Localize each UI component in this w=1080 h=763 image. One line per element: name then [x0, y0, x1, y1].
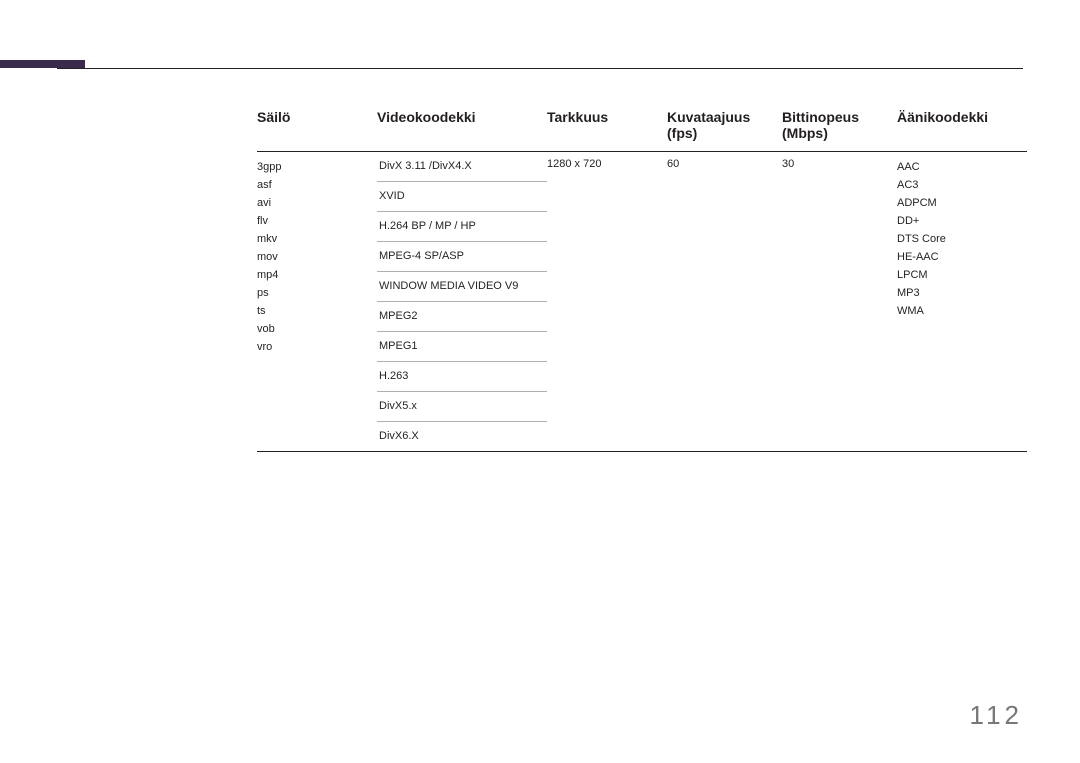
th-audiocodec: Äänikoodekki — [897, 103, 1027, 152]
list-item: vob — [257, 320, 377, 338]
list-item: AC3 — [897, 176, 1027, 194]
container-list: 3gpp asf avi flv mkv mov mp4 ps ts vob v… — [257, 158, 377, 356]
list-item: DivX5.x — [377, 392, 547, 422]
spec-table-wrapper: Säilö Videokoodekki Tarkkuus Kuvataajuus… — [257, 103, 1027, 452]
list-item: MPEG2 — [377, 302, 547, 332]
chapter-tab — [0, 60, 85, 68]
th-videocodec: Videokoodekki — [377, 103, 547, 152]
list-item: asf — [257, 176, 377, 194]
list-item: 3gpp — [257, 158, 377, 176]
th-framerate: Kuvataajuus (fps) — [667, 103, 782, 152]
cell-videocodecs: DivX 3.11 /DivX4.X XVID H.264 BP / MP / … — [377, 152, 547, 452]
cell-resolution: 1280 x 720 — [547, 152, 667, 452]
list-item: avi — [257, 194, 377, 212]
cell-framerate: 60 — [667, 152, 782, 452]
list-item: mp4 — [257, 266, 377, 284]
list-item: DD+ — [897, 212, 1027, 230]
th-bitrate: Bittinopeus (Mbps) — [782, 103, 897, 152]
page: Säilö Videokoodekki Tarkkuus Kuvataajuus… — [0, 0, 1080, 763]
list-item: mkv — [257, 230, 377, 248]
list-item: WMA — [897, 302, 1027, 320]
th-resolution: Tarkkuus — [547, 103, 667, 152]
list-item: LPCM — [897, 266, 1027, 284]
cell-audiocodecs: AAC AC3 ADPCM DD+ DTS Core HE-AAC LPCM M… — [897, 152, 1027, 452]
cell-bitrate: 30 — [782, 152, 897, 452]
list-item: AAC — [897, 158, 1027, 176]
list-item: mov — [257, 248, 377, 266]
list-item: H.263 — [377, 362, 547, 392]
list-item: MPEG-4 SP/ASP — [377, 242, 547, 272]
list-item: DivX6.X — [377, 422, 547, 451]
list-item: vro — [257, 338, 377, 356]
list-item: ADPCM — [897, 194, 1027, 212]
list-item: DivX 3.11 /DivX4.X — [377, 152, 547, 182]
table-header-row: Säilö Videokoodekki Tarkkuus Kuvataajuus… — [257, 103, 1027, 152]
list-item: ps — [257, 284, 377, 302]
cell-containers: 3gpp asf avi flv mkv mov mp4 ps ts vob v… — [257, 152, 377, 452]
list-item: H.264 BP / MP / HP — [377, 212, 547, 242]
list-item: XVID — [377, 182, 547, 212]
audiocodec-list: AAC AC3 ADPCM DD+ DTS Core HE-AAC LPCM M… — [897, 158, 1027, 320]
th-container: Säilö — [257, 103, 377, 152]
list-item: flv — [257, 212, 377, 230]
list-item: HE-AAC — [897, 248, 1027, 266]
list-item: MP3 — [897, 284, 1027, 302]
codec-spec-table: Säilö Videokoodekki Tarkkuus Kuvataajuus… — [257, 103, 1027, 452]
top-rule — [57, 68, 1023, 69]
table-row: 3gpp asf avi flv mkv mov mp4 ps ts vob v… — [257, 152, 1027, 452]
page-number: 112 — [970, 700, 1023, 731]
list-item: DTS Core — [897, 230, 1027, 248]
list-item: ts — [257, 302, 377, 320]
list-item: MPEG1 — [377, 332, 547, 362]
list-item: WINDOW MEDIA VIDEO V9 — [377, 272, 547, 302]
